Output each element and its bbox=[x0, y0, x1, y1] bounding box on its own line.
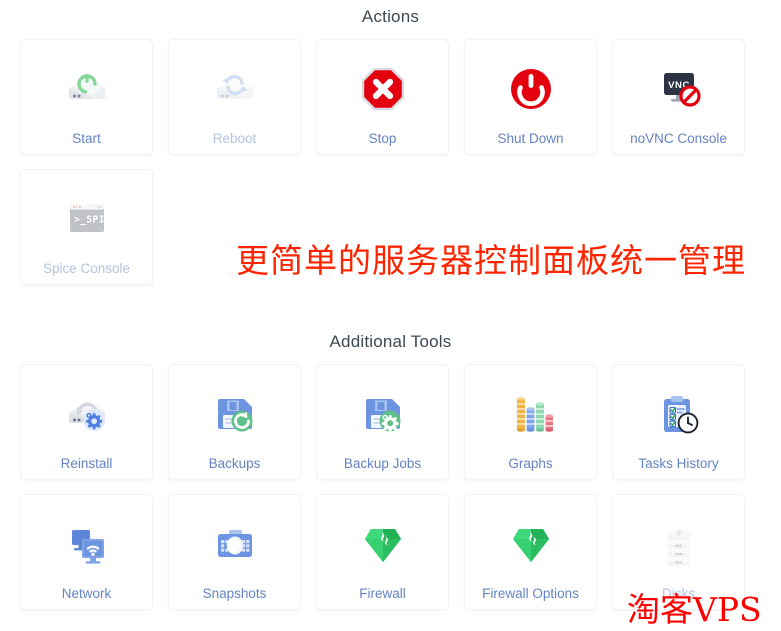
action-card-label: Network bbox=[61, 586, 112, 601]
action-card-label: Start bbox=[72, 131, 101, 146]
action-card-firewall-options[interactable]: Firewall Options bbox=[464, 494, 597, 610]
action-card-label: Graphs bbox=[508, 456, 553, 471]
firewall-diamond-icon bbox=[504, 517, 558, 573]
action-card-reboot: Reboot bbox=[168, 39, 301, 155]
action-card-label: Reinstall bbox=[60, 456, 113, 471]
clipboard-clock-icon bbox=[652, 387, 706, 443]
action-card-label: Spice Console bbox=[42, 261, 131, 276]
action-card-label: Snapshots bbox=[202, 586, 267, 601]
firewall-diamond-icon bbox=[356, 517, 410, 573]
action-card-backups[interactable]: Backups bbox=[168, 364, 301, 480]
vnc-blocked-icon: VNC bbox=[652, 62, 706, 118]
hdd-power-green-icon bbox=[60, 62, 114, 118]
action-card-firewall[interactable]: Firewall bbox=[316, 494, 449, 610]
action-card-label: Firewall Options bbox=[482, 586, 579, 601]
hdd-gear-icon bbox=[60, 387, 114, 443]
power-circle-icon bbox=[504, 62, 558, 118]
action-card-network[interactable]: Network bbox=[20, 494, 153, 610]
action-card-label: Firewall bbox=[359, 586, 406, 601]
action-card-novnc-console[interactable]: VNC noVNC Console bbox=[612, 39, 745, 155]
additional-tools-grid: Reinstall Backups Backup Jobs Graphs Tas… bbox=[0, 364, 781, 610]
stop-octagon-icon bbox=[356, 62, 410, 118]
action-card-label: Disks bbox=[662, 586, 695, 601]
monitors-wifi-icon bbox=[60, 517, 114, 573]
action-card-backup-jobs[interactable]: Backup Jobs bbox=[316, 364, 449, 480]
action-card-reinstall[interactable]: Reinstall bbox=[20, 364, 153, 480]
action-card-label: noVNC Console bbox=[630, 131, 727, 146]
action-card-label: Reboot bbox=[212, 131, 257, 146]
action-card-snapshots[interactable]: Snapshots bbox=[168, 494, 301, 610]
action-card-graphs[interactable]: Graphs bbox=[464, 364, 597, 480]
section-title-additional-tools: Additional Tools bbox=[329, 332, 452, 351]
camera-icon bbox=[208, 517, 262, 573]
action-card-label: Backups bbox=[208, 456, 261, 471]
action-card-label: Tasks History bbox=[638, 456, 719, 471]
action-card-spice-console: >_SPICE Spice Console bbox=[20, 169, 153, 285]
action-card-start[interactable]: Start bbox=[20, 39, 153, 155]
spice-terminal-icon: >_SPICE bbox=[60, 192, 114, 248]
action-card-label: Backup Jobs bbox=[343, 456, 422, 471]
floppy-gear-icon bbox=[356, 387, 410, 443]
action-card-shut-down[interactable]: Shut Down bbox=[464, 39, 597, 155]
action-card-label: Stop bbox=[368, 131, 397, 146]
actions-grid: Start Reboot Stop Shut Down VNC noVNC Co… bbox=[0, 39, 781, 285]
action-card-stop[interactable]: Stop bbox=[316, 39, 449, 155]
section-title-actions: Actions bbox=[361, 7, 420, 26]
action-card-label: Shut Down bbox=[497, 131, 564, 146]
action-card-disks: Disks bbox=[612, 494, 745, 610]
bar-cylinders-icon bbox=[504, 387, 558, 443]
disk-stack-icon bbox=[652, 517, 706, 573]
action-card-tasks-history[interactable]: Tasks History bbox=[612, 364, 745, 480]
floppy-restore-icon bbox=[208, 387, 262, 443]
svg-text:>_SPICE: >_SPICE bbox=[74, 215, 114, 226]
vps-control-panel: Actions Start Reboot Stop Shut Down VNC … bbox=[0, 0, 781, 631]
hdd-refresh-icon bbox=[208, 62, 262, 118]
